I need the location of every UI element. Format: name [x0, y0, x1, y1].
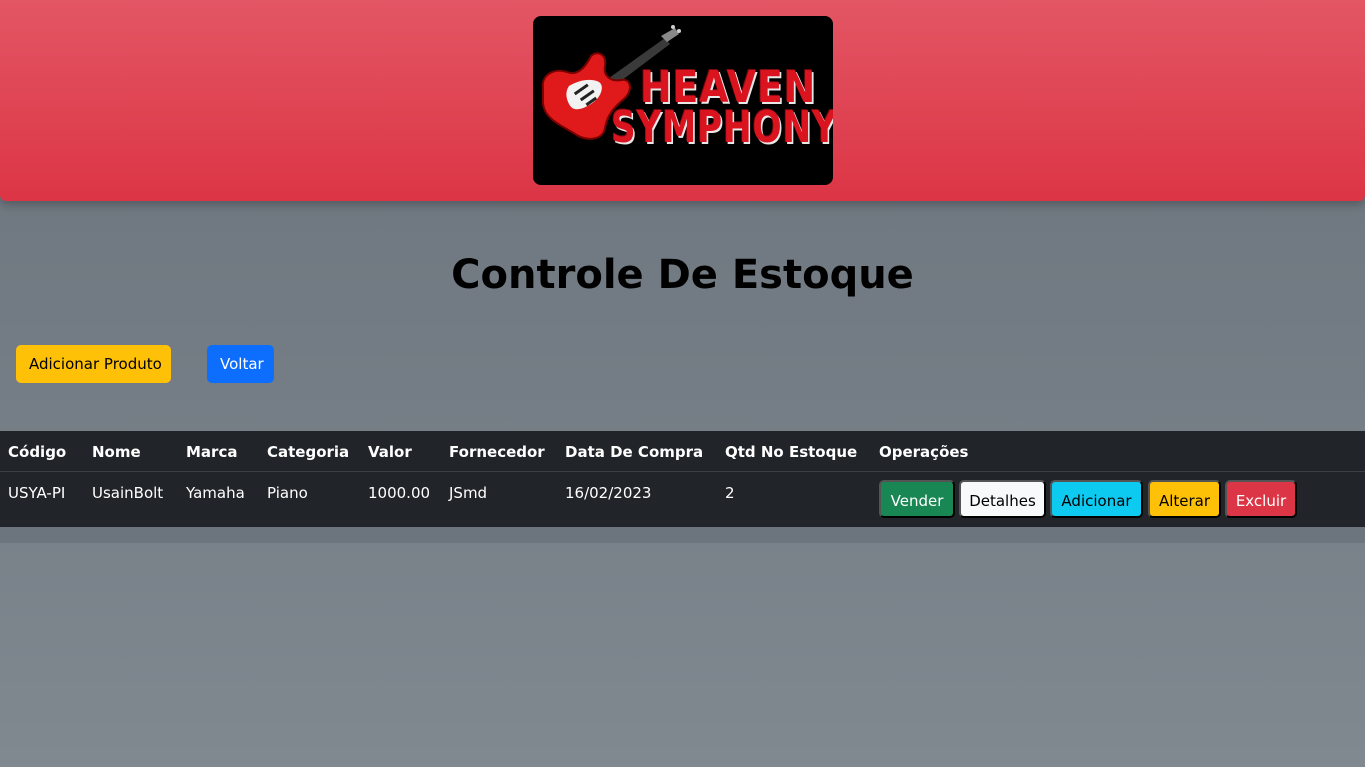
column-header-operacoes: Operações — [879, 443, 969, 461]
edit-button[interactable]: Alterar — [1148, 480, 1221, 518]
column-header-valor: Valor — [368, 443, 412, 461]
add-product-button[interactable]: Adicionar Produto — [16, 345, 171, 383]
column-header-data-compra: Data De Compra — [565, 443, 704, 461]
add-stock-button[interactable]: Adicionar — [1050, 480, 1143, 518]
delete-button[interactable]: Excluir — [1225, 480, 1297, 518]
cell-codigo: USYA-PI — [8, 484, 66, 502]
header: HEAVEN SYMPHONY — [0, 0, 1365, 201]
column-header-marca: Marca — [186, 443, 238, 461]
cell-nome: UsainBolt — [92, 484, 164, 502]
logo-text-symphony: SYMPHONY — [611, 102, 833, 153]
cell-qtd-estoque: 2 — [725, 484, 735, 502]
cell-categoria: Piano — [267, 484, 308, 502]
cell-marca: Yamaha — [186, 484, 245, 502]
cell-fornecedor: JSmd — [449, 484, 488, 502]
table-header-divider — [0, 471, 1365, 472]
column-header-nome: Nome — [92, 443, 141, 461]
column-header-fornecedor: Fornecedor — [449, 443, 545, 461]
details-button[interactable]: Detalhes — [959, 480, 1046, 518]
heaven-symphony-logo: HEAVEN SYMPHONY — [533, 16, 833, 185]
column-header-qtd-estoque: Qtd No Estoque — [725, 443, 858, 461]
table-footer-strip — [0, 527, 1365, 543]
sell-button[interactable]: Vender — [879, 480, 955, 518]
column-header-categoria: Categoria — [267, 443, 350, 461]
page-title: Controle De Estoque — [451, 252, 914, 298]
cell-data-compra: 16/02/2023 — [565, 484, 652, 502]
column-header-codigo: Código — [8, 443, 67, 461]
cell-valor: 1000.00 — [368, 484, 431, 502]
back-button[interactable]: Voltar — [207, 345, 274, 383]
